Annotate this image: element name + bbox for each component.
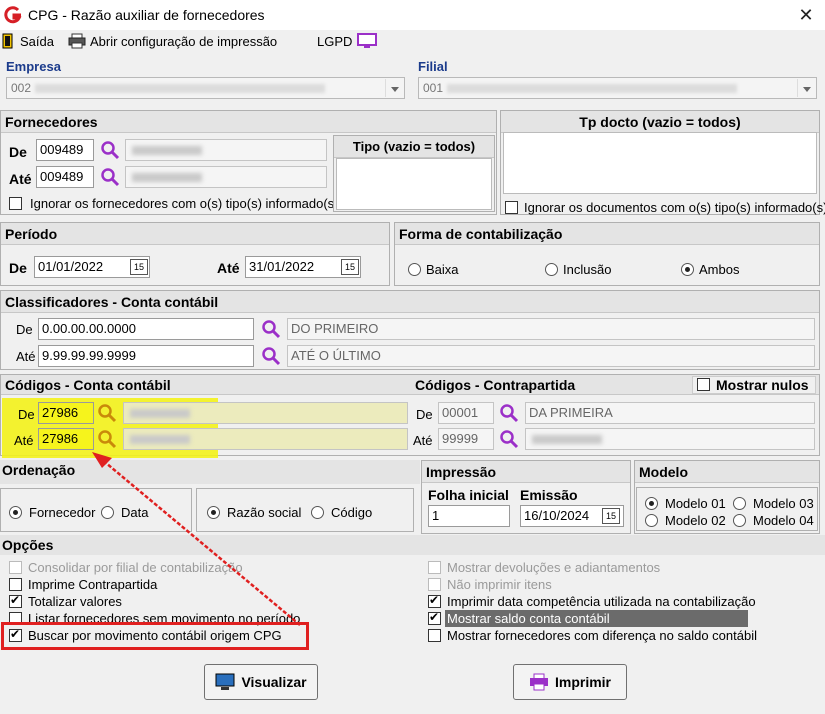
imprimir-label: Imprimir [554, 674, 611, 690]
imprimir-button[interactable]: Imprimir [513, 664, 627, 700]
printer-icon [529, 673, 548, 691]
visualizar-label: Visualizar [241, 674, 307, 690]
visualizar-button[interactable]: Visualizar [204, 664, 318, 700]
annotation-arrow [92, 452, 301, 626]
monitor-icon [215, 673, 235, 690]
